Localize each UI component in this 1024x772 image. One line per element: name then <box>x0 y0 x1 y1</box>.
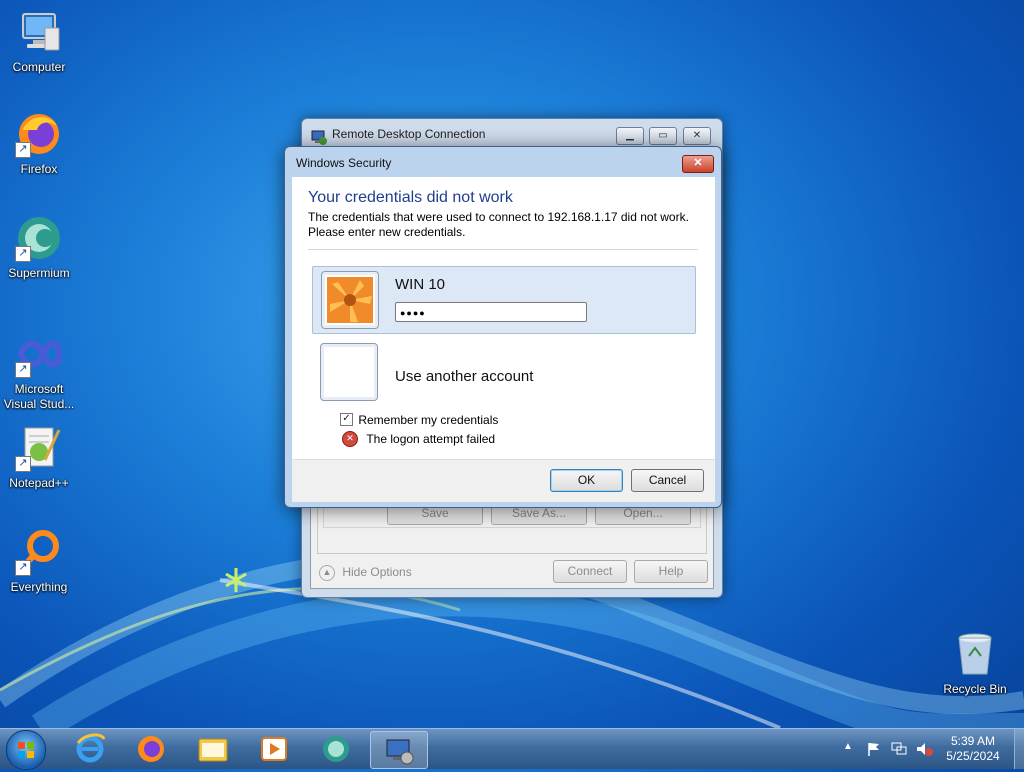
remember-credentials-row[interactable]: ✓ Remember my credentials <box>340 412 498 428</box>
taskbar-remote-desktop[interactable] <box>370 731 428 769</box>
taskbar-firefox[interactable] <box>123 731 179 767</box>
windows-security-dialog[interactable]: Windows Security ✕ Your credentials did … <box>284 146 722 508</box>
connect-button[interactable]: Connect <box>553 560 627 583</box>
hide-options-label: Hide Options <box>342 565 412 579</box>
error-text: The logon attempt failed <box>366 432 496 446</box>
supermium-icon: ↗ <box>15 214 63 262</box>
firefox-icon: ↗ <box>15 110 63 158</box>
security-content: Your credentials did not work The creden… <box>292 177 715 459</box>
show-desktop-button[interactable] <box>1014 729 1024 769</box>
windows-logo-icon <box>18 742 34 758</box>
close-button[interactable]: ✕ <box>683 127 711 145</box>
desktop-icon-label: Everything <box>10 580 68 594</box>
desktop-icon-everything[interactable]: ↗ Everything <box>1 528 77 595</box>
volume-muted-icon[interactable] <box>915 741 933 760</box>
remember-checkbox[interactable]: ✓ <box>340 413 353 427</box>
blank-user-picture <box>320 343 378 401</box>
ok-button[interactable]: OK <box>550 469 623 492</box>
clock[interactable]: 5:39 AM 5/25/2024 <box>938 734 1008 764</box>
desktop-icon-recycle-bin[interactable]: Recycle Bin <box>937 630 1013 697</box>
start-button[interactable] <box>6 730 46 770</box>
dialog-footer: OK Cancel <box>292 459 715 502</box>
cancel-button[interactable]: Cancel <box>631 469 704 492</box>
visual-studio-icon: ↗ <box>15 330 63 378</box>
taskbar-internet-explorer[interactable] <box>62 731 118 767</box>
minimize-button[interactable]: ▁ <box>616 127 644 145</box>
taskbar-file-explorer[interactable] <box>185 731 241 767</box>
desktop-icon-label: Visual Stud... <box>3 397 75 411</box>
use-another-account-label: Use another account <box>395 368 534 385</box>
rdc-title: Remote Desktop Connection <box>332 127 486 141</box>
remember-label: Remember my credentials <box>358 412 499 427</box>
error-message-line1: The credentials that were used to connec… <box>308 210 689 224</box>
account-name: WIN 10 <box>395 276 446 293</box>
internet-explorer-icon <box>76 733 106 763</box>
taskbar-supermium[interactable] <box>308 731 364 767</box>
desktop-icon-visual-studio[interactable]: ↗ Microsoft Visual Stud... <box>1 330 77 412</box>
desktop-icon-label: Firefox <box>20 162 58 176</box>
maximize-button[interactable]: ▭ <box>649 127 677 145</box>
desktop-icon-notepad-plus-plus[interactable]: ↗ Notepad++ <box>1 424 77 491</box>
taskbar: ▲ 5:39 AM 5/25/2024 <box>0 728 1024 770</box>
shortcut-arrow-icon: ↗ <box>15 246 31 262</box>
supermium-icon <box>323 736 349 762</box>
account-tile-selected[interactable]: WIN 10 ●●●● <box>312 266 696 334</box>
hide-options-toggle[interactable]: ▲ Hide Options <box>319 562 412 582</box>
shortcut-arrow-icon: ↗ <box>15 142 31 158</box>
close-button[interactable]: ✕ <box>682 155 714 173</box>
taskbar-media-player[interactable] <box>246 731 302 767</box>
everything-icon: ↗ <box>15 528 63 576</box>
error-icon: ✕ <box>342 431 358 447</box>
help-button[interactable]: Help <box>634 560 708 583</box>
security-title: Windows Security <box>296 156 392 170</box>
error-heading: Your credentials did not work <box>308 189 513 206</box>
show-hidden-icons-button[interactable]: ▲ <box>843 741 853 752</box>
desktop-icon-label: Notepad++ <box>9 476 69 490</box>
remote-desktop-icon <box>386 739 414 765</box>
user-picture <box>321 271 379 329</box>
network-icon[interactable] <box>891 741 907 760</box>
desktop-icon-label: Recycle Bin <box>943 682 1007 696</box>
action-center-flag-icon[interactable] <box>866 741 882 760</box>
desktop-icon-supermium[interactable]: ↗ Supermium <box>1 214 77 281</box>
desktop-icon-computer[interactable]: Computer <box>1 8 77 75</box>
computer-icon <box>15 8 63 56</box>
chevron-up-icon: ▲ <box>319 564 335 581</box>
recycle-bin-icon <box>951 630 999 678</box>
media-player-icon <box>261 737 287 761</box>
firefox-icon <box>138 736 164 762</box>
desktop-icon-label: Supermium <box>8 266 70 280</box>
notepad-plus-plus-icon: ↗ <box>15 424 63 472</box>
error-message-line2: Please enter new credentials. <box>308 225 466 239</box>
desktop-icon-firefox[interactable]: ↗ Firefox <box>1 110 77 177</box>
clock-time: 5:39 AM <box>950 734 996 748</box>
file-explorer-icon <box>198 738 228 762</box>
logon-error-row: ✕ The logon attempt failed <box>342 431 495 447</box>
use-another-account-tile[interactable]: Use another account <box>312 341 694 407</box>
shortcut-arrow-icon: ↗ <box>15 456 31 472</box>
shortcut-arrow-icon: ↗ <box>15 362 31 378</box>
divider <box>308 249 698 250</box>
shortcut-arrow-icon: ↗ <box>15 560 31 576</box>
clock-date: 5/25/2024 <box>946 749 1000 763</box>
desktop-icon-label: Microsoft <box>14 382 64 396</box>
desktop-icon-label: Computer <box>12 60 66 74</box>
password-field[interactable]: ●●●● <box>395 302 587 322</box>
